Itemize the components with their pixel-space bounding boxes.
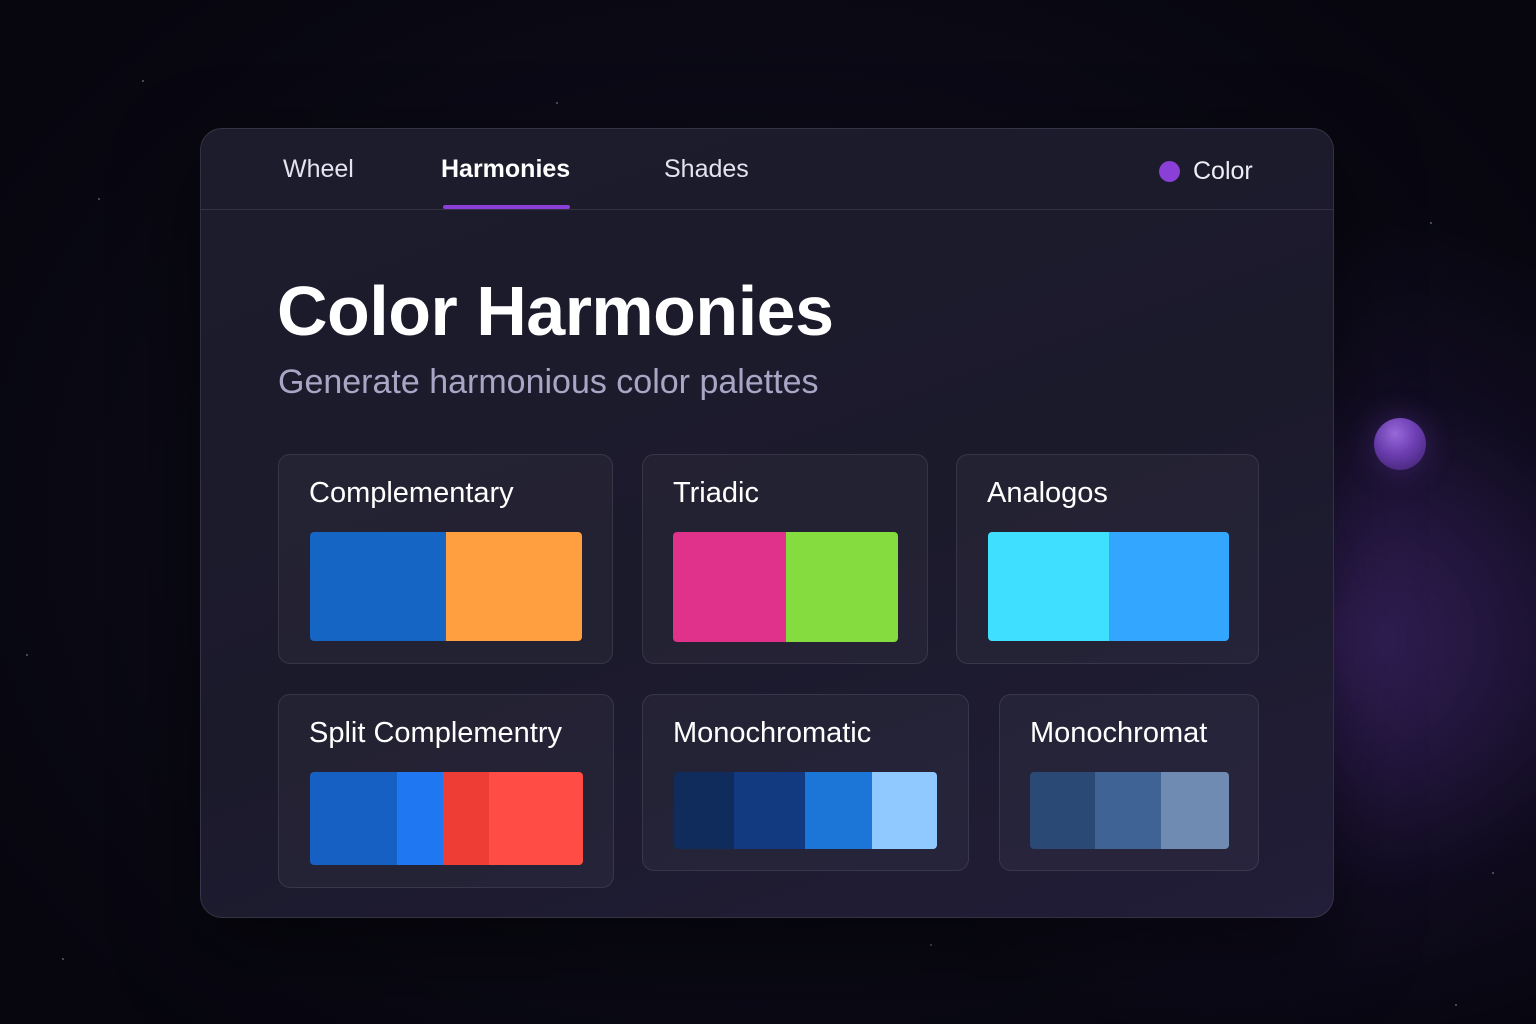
- card-title: Split Complementry: [309, 717, 563, 749]
- color-swatch[interactable]: [674, 772, 734, 849]
- harmony-card-complementary[interactable]: Complementary: [278, 454, 613, 664]
- palette-swatches: [674, 772, 937, 849]
- color-picker-button[interactable]: Color: [1159, 155, 1253, 187]
- color-swatch[interactable]: [310, 532, 446, 641]
- color-swatch[interactable]: [489, 772, 583, 865]
- color-swatch[interactable]: [1095, 772, 1161, 849]
- color-swatch[interactable]: [872, 772, 937, 849]
- color-swatch[interactable]: [734, 772, 805, 849]
- color-swatch[interactable]: [446, 532, 582, 641]
- color-swatch[interactable]: [805, 772, 872, 849]
- color-swatch[interactable]: [443, 772, 489, 865]
- decorative-orb: [1374, 418, 1426, 470]
- color-swatch[interactable]: [673, 532, 786, 642]
- palette-swatches: [310, 532, 582, 641]
- color-swatch[interactable]: [785, 532, 898, 642]
- harmony-card-split-complementary[interactable]: Split Complementry: [278, 694, 614, 888]
- palette-swatches: [1030, 772, 1229, 849]
- harmony-card-triadic[interactable]: Triadic: [642, 454, 928, 664]
- color-swatch[interactable]: [310, 772, 397, 865]
- color-swatch[interactable]: [1161, 772, 1229, 849]
- page-subtitle: Generate harmonious color palettes: [278, 363, 819, 401]
- color-dot-icon: [1159, 160, 1180, 182]
- page-title: Color Harmonies: [277, 272, 834, 350]
- harmony-card-analogous[interactable]: Analogos: [956, 454, 1259, 664]
- harmonies-window: Wheel Harmonies Shades Color Color Harmo…: [200, 128, 1334, 918]
- card-title: Complementary: [309, 477, 514, 509]
- tab-shades[interactable]: Shades: [664, 155, 749, 209]
- card-title: Monochromatic: [673, 717, 872, 749]
- tab-harmonies[interactable]: Harmonies: [441, 155, 571, 209]
- card-title: Monochromat: [1030, 717, 1208, 749]
- color-swatch[interactable]: [1030, 772, 1095, 849]
- palette-swatches: [310, 772, 583, 865]
- tab-bar: Wheel Harmonies Shades Color: [201, 129, 1333, 210]
- color-picker-label: Color: [1193, 156, 1253, 185]
- harmony-card-monochromatic[interactable]: Monochromatic: [642, 694, 969, 871]
- harmony-card-monochromatic-2[interactable]: Monochromat: [999, 694, 1259, 871]
- palette-swatches: [673, 532, 898, 642]
- palette-swatches: [988, 532, 1229, 641]
- color-swatch[interactable]: [988, 532, 1109, 641]
- card-title: Triadic: [673, 477, 759, 509]
- tab-wheel[interactable]: Wheel: [283, 155, 354, 209]
- color-swatch[interactable]: [397, 772, 443, 865]
- color-swatch[interactable]: [1108, 532, 1229, 641]
- card-title: Analogos: [987, 477, 1108, 509]
